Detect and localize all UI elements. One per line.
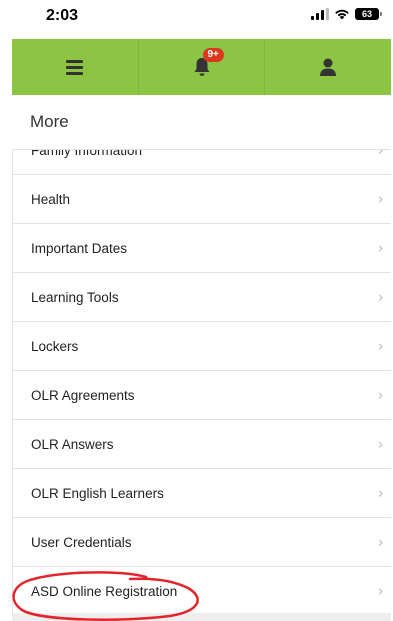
list-item-important-dates[interactable]: Important Dates › (12, 224, 391, 273)
profile-button[interactable] (265, 39, 391, 95)
menu-button[interactable] (12, 39, 139, 95)
user-icon (320, 58, 337, 76)
chevron-right-icon: › (378, 435, 383, 453)
status-time: 2:03 (46, 7, 79, 24)
notification-badge: 9+ (202, 48, 224, 62)
hamburger-menu-icon (66, 57, 84, 78)
list-item-label: Family Information (31, 149, 143, 158)
status-icons: 63 (311, 8, 382, 20)
notifications-button[interactable]: 9+ (139, 39, 266, 95)
chevron-right-icon: › (378, 533, 383, 551)
list-item-label: Important Dates (31, 240, 128, 256)
list-item-olr-agreements[interactable]: OLR Agreements › (12, 371, 391, 420)
chevron-right-icon: › (378, 386, 383, 404)
chevron-right-icon: › (378, 288, 383, 306)
list-item-label: OLR Agreements (31, 387, 135, 403)
list-item-label: User Credentials (31, 534, 132, 550)
menu-list: Family Information › Health › Important … (12, 149, 391, 621)
page-title: More (30, 112, 69, 131)
list-item-label: OLR English Learners (31, 485, 164, 501)
list-item-learning-tools[interactable]: Learning Tools › (12, 273, 391, 322)
chevron-right-icon: › (378, 484, 383, 502)
list-item-label: Lockers (31, 338, 79, 354)
list-item-olr-answers[interactable]: OLR Answers › (12, 420, 391, 469)
list-item-user-credentials[interactable]: User Credentials › (12, 518, 391, 567)
chevron-right-icon: › (378, 239, 383, 257)
chevron-right-icon: › (378, 149, 383, 159)
list-item-label: ASD Online Registration (31, 583, 178, 599)
chevron-right-icon: › (378, 190, 383, 208)
wifi-icon (335, 9, 349, 20)
list-item-health[interactable]: Health › (12, 175, 391, 224)
battery-icon: 63 (355, 8, 382, 20)
list-item-label: OLR Answers (31, 436, 114, 452)
list-bottom-edge (12, 613, 391, 621)
chevron-right-icon: › (378, 337, 383, 355)
signal-icon (311, 8, 329, 20)
list-item-label: Health (31, 191, 71, 207)
list-item-label: Learning Tools (31, 289, 119, 305)
top-navbar: 9+ (12, 39, 391, 95)
list-item-lockers[interactable]: Lockers › (12, 322, 391, 371)
list-item-family-information[interactable]: Family Information › (12, 149, 391, 175)
list-item-olr-english-learners[interactable]: OLR English Learners › (12, 469, 391, 518)
chevron-right-icon: › (378, 582, 383, 600)
status-bar: 2:03 63 (0, 0, 393, 36)
list-item-asd-online-registration[interactable]: ASD Online Registration › (12, 567, 391, 616)
